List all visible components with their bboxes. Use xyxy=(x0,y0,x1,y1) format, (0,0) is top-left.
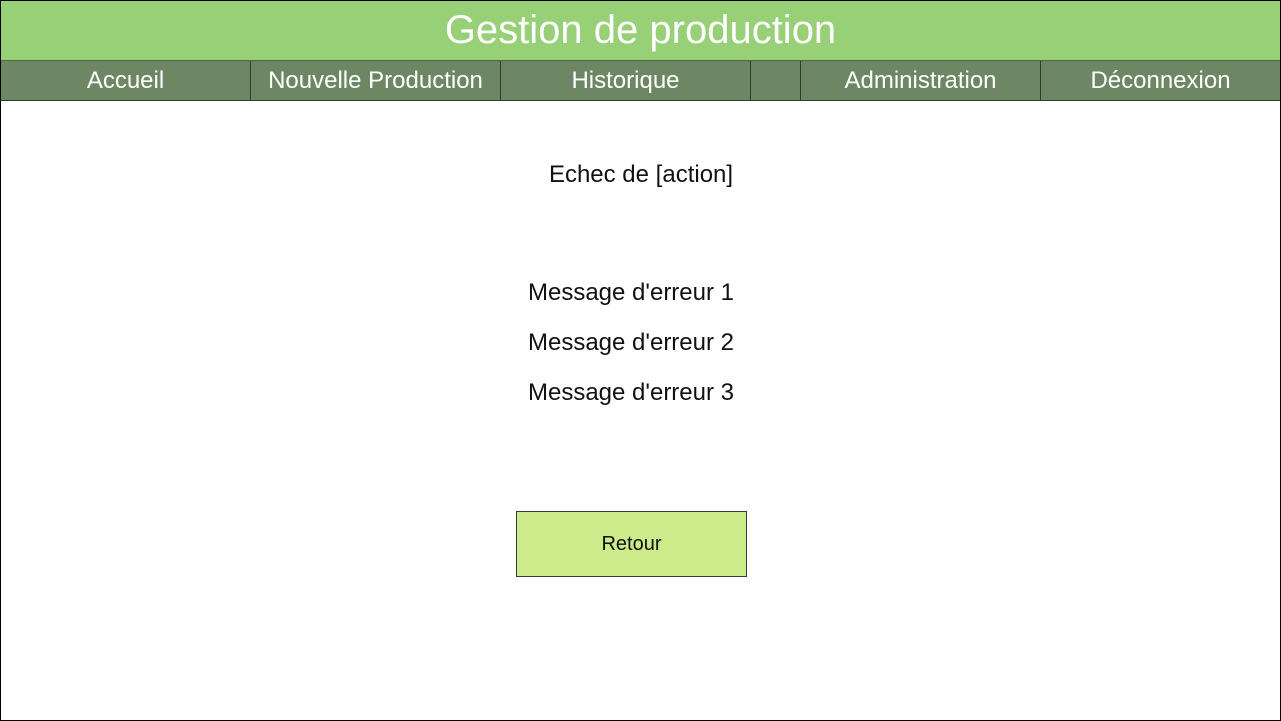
error-message: Message d'erreur 1 xyxy=(527,279,734,306)
nav-item-nouvelle-production[interactable]: Nouvelle Production xyxy=(251,61,501,100)
nav-item-historique[interactable]: Historique xyxy=(501,61,751,100)
error-message: Message d'erreur 2 xyxy=(527,329,734,356)
nav-spacer xyxy=(751,61,801,100)
error-message: Message d'erreur 3 xyxy=(527,379,734,406)
back-button[interactable]: Retour xyxy=(516,511,747,577)
page-title: Gestion de production xyxy=(1,1,1280,61)
nav-item-accueil[interactable]: Accueil xyxy=(1,61,251,100)
nav-item-deconnexion[interactable]: Déconnexion xyxy=(1041,61,1280,100)
nav-item-administration[interactable]: Administration xyxy=(801,61,1041,100)
main-nav: Accueil Nouvelle Production Historique A… xyxy=(1,61,1280,101)
app-window: Gestion de production Accueil Nouvelle P… xyxy=(0,0,1281,721)
status-title: Echec de [action] xyxy=(548,161,734,188)
